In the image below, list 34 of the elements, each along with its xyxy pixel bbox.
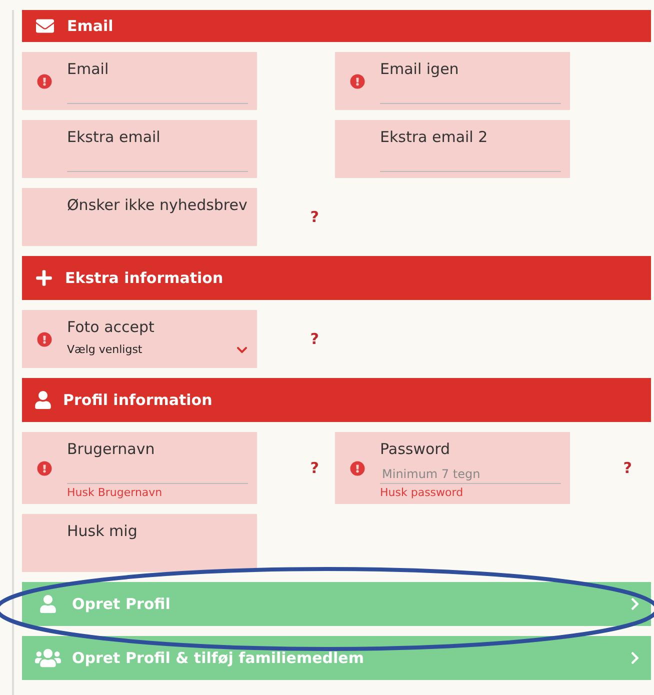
help-mark[interactable]: ? <box>310 206 319 228</box>
help-mark[interactable]: ? <box>310 328 319 350</box>
help-mark[interactable]: ? <box>310 456 319 480</box>
field-label: Email <box>67 60 110 78</box>
select-value: Vælg venligst <box>67 342 142 358</box>
envelope-icon <box>35 17 55 35</box>
user-icon <box>40 595 56 613</box>
input-field[interactable]: Minimum 7 tegn <box>380 464 561 484</box>
chevron-right-icon <box>629 651 641 665</box>
field-label: Ønsker ikke nyhedsbrev <box>67 196 248 214</box>
field-label: Ekstra email 2 <box>380 128 489 146</box>
form-field[interactable]: Email igen <box>335 52 570 110</box>
section-title: Ekstra information <box>65 268 224 289</box>
field-label: Ekstra email <box>67 128 162 146</box>
hint-text: Husk password <box>380 486 464 499</box>
field-label: Email igen <box>380 60 460 78</box>
field-label: Husk mig <box>67 522 138 540</box>
field-label: Password <box>380 440 452 458</box>
user-icon <box>35 391 51 409</box>
field-label: Brugernavn <box>67 440 156 458</box>
help-mark[interactable]: ? <box>623 456 632 480</box>
chevron-right-icon <box>629 597 641 611</box>
form-field[interactable]: Password Minimum 7 tegn Husk password <box>335 432 570 504</box>
form-field[interactable]: Email <box>22 52 257 110</box>
form-field[interactable]: Brugernavn Husk Brugernavn <box>22 432 257 504</box>
form-field[interactable]: Ekstra email 2 <box>335 120 570 178</box>
section-title: Email <box>67 16 114 37</box>
plus-icon <box>35 269 53 287</box>
field-label: Foto accept <box>67 318 156 336</box>
section-title: Profil information <box>63 390 212 411</box>
people-icon <box>35 647 61 669</box>
form-field[interactable]: Ekstra email <box>22 120 257 178</box>
select-dropdown[interactable]: Vælg venligst <box>67 342 248 358</box>
hint-text: Husk Brugernavn <box>67 486 164 499</box>
